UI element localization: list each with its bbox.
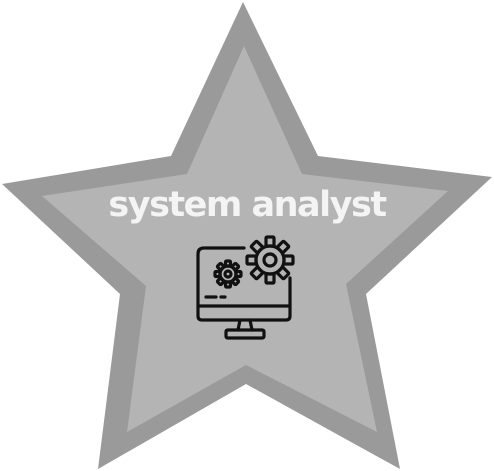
monitor-base bbox=[224, 328, 266, 340]
badge-canvas: system analyst bbox=[0, 0, 494, 471]
large-gear bbox=[245, 235, 295, 285]
small-gear bbox=[213, 259, 243, 289]
computer-settings-icon bbox=[196, 232, 300, 344]
badge-title: system analyst bbox=[108, 185, 387, 225]
